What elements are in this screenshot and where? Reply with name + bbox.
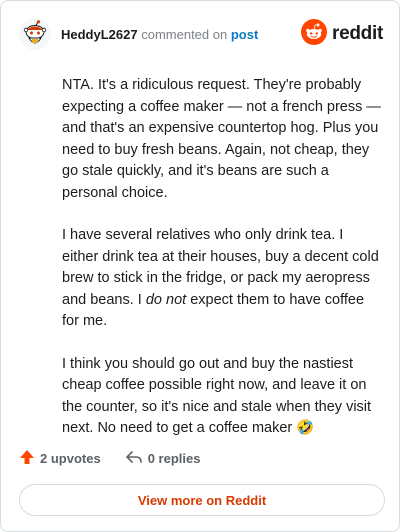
comment-paragraph-1: NTA. It's a ridiculous request. They're …: [62, 77, 381, 201]
paragraph-3-text: I think you should go out and buy the na…: [62, 355, 372, 437]
reply-count: 0 replies: [147, 451, 201, 466]
comment-card: HeddyL2627 commented on post reddit NTA.…: [0, 0, 400, 532]
post-link[interactable]: post: [231, 27, 258, 42]
commented-on-text: commented on: [141, 26, 228, 42]
emphasis-text: do not: [145, 291, 187, 308]
comment-meta: HeddyL2627 commented on post: [61, 27, 258, 42]
reply-arrow-icon: [125, 449, 143, 468]
comment-footer: 2 upvotes 0 replies: [19, 449, 224, 468]
reddit-brand[interactable]: reddit: [301, 18, 383, 50]
username-link[interactable]: HeddyL2627: [61, 27, 138, 42]
reddit-logo-icon: [301, 18, 328, 50]
comment-paragraph-3: I think you should go out and buy the na…: [62, 354, 382, 440]
comment-paragraph-2: I have several relatives who only drink …: [62, 225, 382, 333]
comment-header: HeddyL2627 commented on post reddit: [19, 17, 383, 51]
rofl-emoji: 🤣: [296, 420, 315, 436]
upvote-count: 2 upvotes: [40, 451, 101, 466]
upvote-arrow-icon: [19, 449, 35, 468]
replies-button[interactable]: 0 replies: [125, 449, 201, 468]
reddit-wordmark: reddit: [332, 23, 383, 44]
comment-body: NTA. It's a ridiculous request. They're …: [62, 75, 382, 461]
view-more-button[interactable]: View more on Reddit: [19, 484, 385, 516]
upvote-button[interactable]: 2 upvotes: [19, 449, 101, 468]
snoo-avatar-icon[interactable]: [19, 18, 51, 50]
